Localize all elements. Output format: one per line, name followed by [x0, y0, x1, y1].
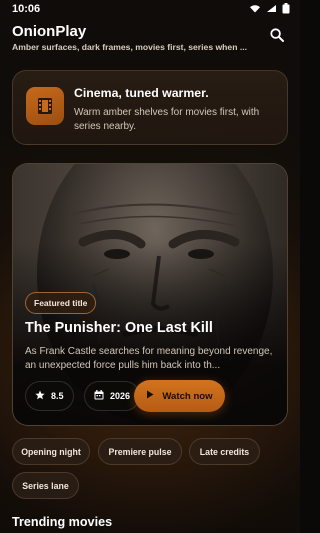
featured-badge: Featured title: [25, 292, 97, 314]
featured-description: As Frank Castle searches for meaning bey…: [25, 346, 273, 371]
app-screen: 10:06 OnionPlay Amber surfaces, dark fra…: [0, 0, 300, 533]
year-chip: 2026: [84, 381, 141, 411]
film-icon: [26, 87, 64, 125]
wifi-icon: [249, 4, 261, 13]
star-icon: [35, 390, 45, 402]
search-icon: [270, 27, 284, 47]
featured-card[interactable]: Featured title The Punisher: One Last Ki…: [12, 163, 288, 426]
intro-title: Cinema, tuned warmer.: [74, 86, 209, 100]
filter-pill-label: Late credits: [199, 446, 250, 457]
intro-card: Cinema, tuned warmer. Warm amber shelves…: [12, 70, 288, 145]
filter-pill-label: Premiere pulse: [108, 446, 172, 457]
trending-movies-heading: Trending movies: [12, 515, 113, 529]
watch-now-label: Watch now: [162, 390, 213, 402]
app-subtitle: Amber surfaces, dark frames, movies firs…: [12, 42, 248, 52]
status-time: 10:06: [12, 3, 41, 15]
rating-value: 8.5: [51, 391, 64, 401]
rating-chip: 8.5: [25, 381, 74, 411]
calendar-icon: [94, 390, 104, 402]
year-value: 2026: [110, 391, 131, 401]
battery-icon: [282, 3, 290, 14]
filter-pill-label: Opening night: [21, 446, 81, 457]
intro-text: Warm amber shelves for movies first, wit…: [74, 107, 260, 132]
filter-pill-series-lane[interactable]: Series lane: [12, 472, 79, 499]
app-title: OnionPlay: [12, 23, 87, 40]
watch-now-button[interactable]: Watch now: [134, 380, 225, 412]
filter-pill-late-credits[interactable]: Late credits: [189, 438, 260, 465]
featured-title: The Punisher: One Last Kill: [25, 320, 213, 336]
play-icon: [146, 390, 154, 402]
signal-icon: [266, 4, 277, 13]
filter-pill-label: Series lane: [22, 480, 69, 491]
filter-pill-premiere-pulse[interactable]: Premiere pulse: [98, 438, 182, 465]
filter-pill-opening-night[interactable]: Opening night: [12, 438, 90, 465]
status-bar: 10:06: [0, 0, 300, 18]
search-button[interactable]: [268, 27, 286, 47]
status-icons: [249, 3, 290, 14]
